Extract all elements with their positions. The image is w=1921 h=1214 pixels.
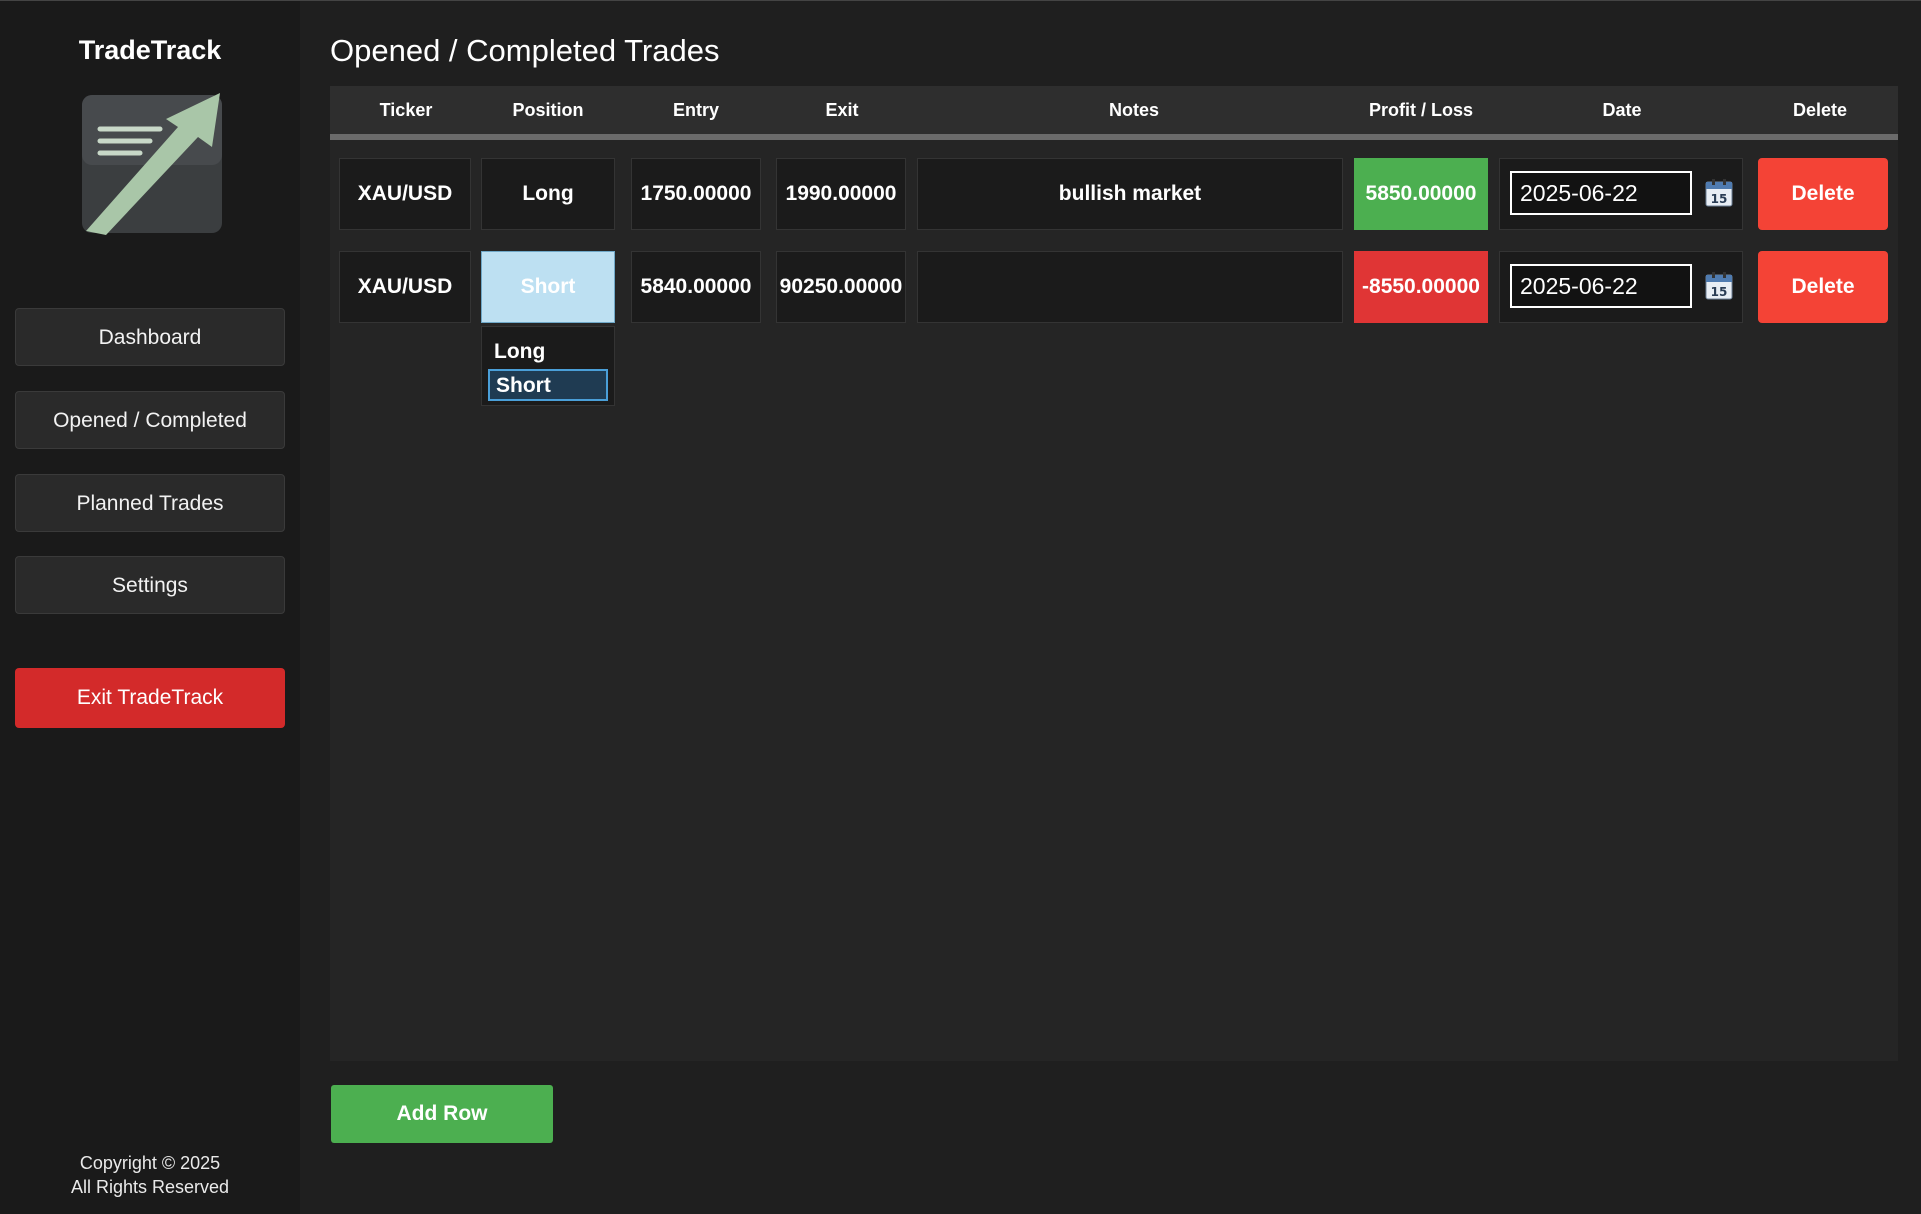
- date-input[interactable]: 2025-06-22: [1510, 264, 1692, 308]
- column-header-position: Position: [512, 100, 584, 120]
- calendar-icon[interactable]: 15: [1705, 272, 1733, 300]
- ticker-cell[interactable]: XAU/USD: [339, 158, 471, 230]
- calendar-icon[interactable]: 15: [1705, 179, 1733, 207]
- profit-loss-cell: -8550.00000: [1354, 251, 1488, 323]
- column-header-delete: Delete: [1792, 100, 1848, 120]
- add-row-button[interactable]: Add Row: [331, 1085, 553, 1143]
- svg-text:15: 15: [1711, 285, 1728, 299]
- trend-arrow-logo-icon: [82, 93, 222, 235]
- entry-cell[interactable]: 5840.00000: [631, 251, 761, 323]
- brand-title: TradeTrack: [78, 35, 222, 65]
- date-input[interactable]: 2025-06-22: [1510, 171, 1692, 215]
- copyright: Copyright © 2025 All Rights Reserved: [0, 1151, 300, 1199]
- app-window: TradeTrack Dashboard Opened / Completed …: [0, 0, 1921, 1214]
- column-header-exit: Exit: [825, 100, 859, 120]
- notes-cell[interactable]: bullish market: [917, 158, 1343, 230]
- notes-cell[interactable]: [917, 251, 1343, 323]
- column-header-date: Date: [1602, 100, 1642, 120]
- delete-button[interactable]: Delete: [1758, 158, 1888, 230]
- dropdown-option-long[interactable]: Long: [488, 337, 608, 369]
- position-select[interactable]: Short: [481, 251, 615, 323]
- column-header-profit-loss: Profit / Loss: [1368, 100, 1473, 120]
- sidebar-item-opened-completed[interactable]: Opened / Completed: [15, 391, 285, 449]
- dropdown-option-short[interactable]: Short: [488, 369, 608, 401]
- page-title: Opened / Completed Trades: [330, 33, 720, 68]
- ticker-cell[interactable]: XAU/USD: [339, 251, 471, 323]
- position-select[interactable]: Long: [481, 158, 615, 230]
- column-header-notes: Notes: [1108, 100, 1159, 120]
- exit-cell[interactable]: 1990.00000: [776, 158, 906, 230]
- column-header-ticker: Ticker: [379, 100, 433, 120]
- sidebar-item-planned-trades[interactable]: Planned Trades: [15, 474, 285, 532]
- sidebar: TradeTrack Dashboard Opened / Completed …: [0, 1, 300, 1214]
- sidebar-item-dashboard[interactable]: Dashboard: [15, 308, 285, 366]
- sidebar-item-settings[interactable]: Settings: [15, 556, 285, 614]
- exit-cell[interactable]: 90250.00000: [776, 251, 906, 323]
- rights-line: All Rights Reserved: [70, 1177, 230, 1197]
- copyright-line: Copyright © 2025: [79, 1153, 221, 1173]
- delete-button[interactable]: Delete: [1758, 251, 1888, 323]
- table-header: Ticker Position Entry Exit Notes Profit …: [330, 86, 1898, 140]
- trades-table: Ticker Position Entry Exit Notes Profit …: [330, 86, 1898, 1061]
- svg-text:15: 15: [1711, 192, 1728, 206]
- column-header-entry: Entry: [672, 100, 719, 120]
- profit-loss-cell: 5850.00000: [1354, 158, 1488, 230]
- position-dropdown-menu: Long Short: [481, 326, 615, 406]
- exit-button[interactable]: Exit TradeTrack: [15, 668, 285, 728]
- entry-cell[interactable]: 1750.00000: [631, 158, 761, 230]
